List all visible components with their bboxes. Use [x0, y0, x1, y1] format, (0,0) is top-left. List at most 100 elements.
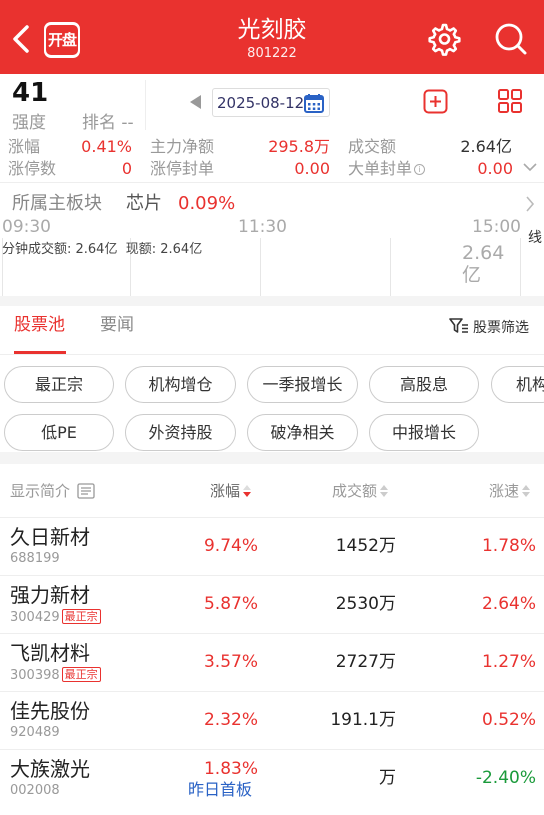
stat-limitup-count-label: 涨停数 — [8, 159, 57, 178]
stock-turnover: 万 — [379, 768, 396, 788]
stat-net-inflow-value: 295.8万 — [268, 137, 330, 156]
chip-institution[interactable]: 机构 — [491, 366, 544, 403]
intraday-chart[interactable]: 09:30 11:30 15:00 分钟成交额: 2.64亿 现额: 2.64亿… — [0, 218, 522, 296]
column-change-header[interactable]: 涨幅 — [210, 482, 252, 500]
column-intro-label: 显示简介 — [10, 482, 71, 500]
table-row[interactable]: 佳先股份 920489 2.32% 191.1万 0.52% — [0, 691, 544, 749]
chevron-down-icon[interactable] — [523, 161, 537, 173]
stat-net-inflow-label: 主力净额 — [150, 137, 215, 156]
stock-code: 920489 — [10, 725, 60, 741]
divider — [145, 80, 146, 130]
stock-code: 300429 最正宗 — [10, 609, 101, 626]
chip-low-pe[interactable]: 低PE — [4, 414, 114, 451]
stock-code: 300398 最正宗 — [10, 667, 101, 684]
table-row[interactable]: 久日新材 688199 9.74% 1452万 1.78% — [0, 517, 544, 575]
tab-stock-pool[interactable]: 股票池 — [14, 315, 65, 335]
column-turnover-label: 成交额 — [332, 482, 378, 500]
stock-turnover: 2727万 — [335, 652, 396, 672]
prev-date-icon[interactable] — [190, 95, 201, 109]
divider — [0, 354, 544, 355]
sector-code: 801222 — [247, 46, 297, 61]
stock-code-text: 300429 — [10, 610, 60, 625]
column-intro-toggle[interactable]: 显示简介 — [10, 482, 95, 500]
stock-speed: 2.64% — [481, 594, 536, 614]
search-icon[interactable] — [492, 20, 530, 58]
stock-code-text: 920489 — [10, 725, 60, 740]
chevron-right-icon[interactable] — [524, 194, 536, 214]
stock-filter-label: 股票筛选 — [473, 320, 529, 336]
stock-turnover: 2530万 — [335, 594, 396, 614]
column-turnover-header[interactable]: 成交额 — [332, 482, 389, 500]
stock-filter-button[interactable]: 股票筛选 — [449, 317, 529, 337]
stat-large-orders-label: 大单封单 i — [348, 159, 426, 179]
stock-note: 昨日首板 — [188, 780, 253, 799]
stock-turnover: 191.1万 — [330, 710, 396, 730]
app-header: 开盘 光刻胶 801222 — [0, 0, 544, 74]
stock-speed: 1.27% — [481, 652, 536, 672]
table-row[interactable]: 大族激光 002008 1.83% 昨日首板 万 -2.40% — [0, 749, 544, 807]
chip-below-book[interactable]: 破净相关 — [247, 414, 358, 451]
chart-side-label[interactable]: 线 — [528, 229, 542, 247]
info-icon[interactable]: i — [414, 164, 426, 175]
chip-interim-growth[interactable]: 中报增长 — [369, 414, 479, 451]
column-speed-label: 涨速 — [489, 482, 520, 500]
stock-badge: 最正宗 — [61, 667, 101, 682]
stock-change: 3.57% — [203, 652, 258, 672]
chip-q1-growth[interactable]: 一季报增长 — [247, 366, 358, 403]
stat-turnover-label: 成交额 — [348, 137, 397, 156]
section-gap — [0, 452, 544, 464]
stat-turnover-value: 2.64亿 — [460, 137, 512, 156]
current-amount: 现额: 2.64亿 — [125, 242, 203, 257]
main-sector-name[interactable]: 芯片 — [126, 192, 162, 216]
stock-code-text: 300398 — [10, 668, 60, 683]
table-row[interactable]: 强力新材 300429 最正宗 5.87% 2530万 2.64% — [0, 575, 544, 633]
stock-code-text: 688199 — [10, 551, 60, 566]
stock-change: 2.32% — [203, 710, 258, 730]
stat-limitup-count-value: 0 — [121, 159, 132, 178]
stock-name: 大族激光 — [10, 757, 90, 781]
stat-large-orders-value: 0.00 — [477, 159, 513, 178]
list-toggle-icon — [77, 483, 95, 499]
stock-name: 强力新材 — [10, 583, 90, 607]
rank-label: 排名 -- — [82, 113, 134, 133]
stock-speed: 1.78% — [481, 536, 536, 556]
add-watchlist-icon[interactable] — [423, 89, 448, 114]
section-gap — [0, 296, 544, 306]
stat-limitup-orders-value: 0.00 — [294, 159, 330, 178]
grid-menu-icon[interactable] — [497, 88, 523, 114]
sort-icon — [380, 485, 389, 497]
minute-turnover: 分钟成交额: 2.64亿 — [2, 242, 118, 257]
stock-speed: 0.52% — [481, 710, 536, 730]
stock-change: 1.83% — [203, 759, 258, 779]
stat-limitup-orders-label: 涨停封单 — [150, 159, 215, 178]
chip-high-dividend[interactable]: 高股息 — [369, 366, 479, 403]
date-picker[interactable]: 2025-08-12 — [212, 88, 330, 117]
chart-time-mid: 11:30 — [238, 218, 287, 237]
chip-foreign-holding[interactable]: 外资持股 — [125, 414, 236, 451]
page-title: 光刻胶 — [237, 17, 307, 43]
strength-value: 41 — [12, 78, 49, 108]
stock-code: 688199 — [10, 551, 60, 567]
date-value: 2025-08-12 — [217, 94, 305, 112]
chart-time-start: 09:30 — [2, 218, 51, 237]
stat-change-label: 涨幅 — [8, 137, 41, 156]
chip-most-authentic[interactable]: 最正宗 — [4, 366, 114, 403]
chart-gridline — [260, 238, 261, 296]
stat-large-orders-text: 大单封单 — [348, 159, 413, 178]
column-speed-header[interactable]: 涨速 — [489, 482, 531, 500]
gear-icon[interactable] — [424, 20, 462, 58]
sort-desc-icon — [243, 485, 252, 497]
filter-icon — [449, 318, 468, 333]
chart-time-end: 15:00 — [472, 218, 521, 237]
stock-speed: -2.40% — [475, 768, 536, 788]
stock-change: 5.87% — [203, 594, 258, 614]
sort-icon — [522, 485, 531, 497]
chip-institution-increase[interactable]: 机构增仓 — [125, 366, 236, 403]
divider — [0, 182, 544, 183]
chart-right-value: 2.64亿 — [462, 242, 505, 286]
chart-gridline — [390, 238, 391, 296]
table-row[interactable]: 飞凯材料 300398 最正宗 3.57% 2727万 1.27% — [0, 633, 544, 691]
column-change-label: 涨幅 — [210, 482, 241, 500]
stock-badge: 最正宗 — [61, 609, 101, 624]
tab-news[interactable]: 要闻 — [100, 315, 134, 335]
